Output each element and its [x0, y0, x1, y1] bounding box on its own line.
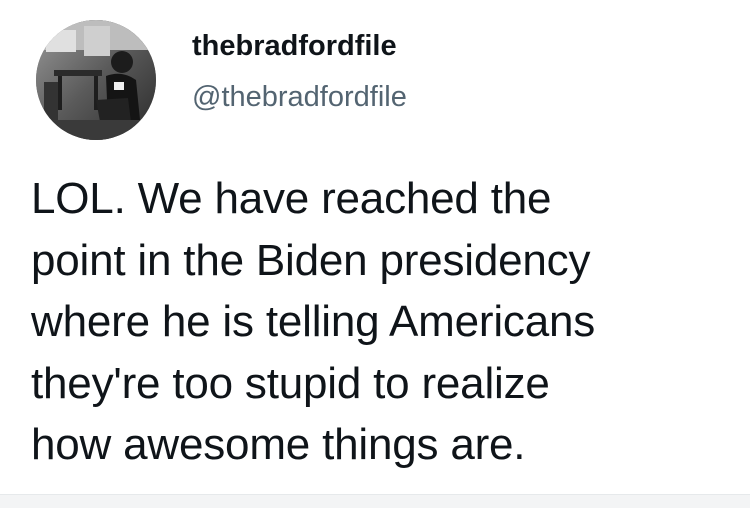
tweet-text-line: how awesome things are.: [31, 420, 526, 469]
tweet-text: LOL. We have reached the point in the Bi…: [31, 168, 741, 476]
author-handle[interactable]: @thebradfordfile: [192, 79, 407, 115]
tweet-text-line: where he is telling Americans: [31, 297, 596, 346]
author-display-name[interactable]: thebradfordfile: [192, 28, 407, 64]
divider: [0, 494, 750, 508]
tweet-header: thebradfordfile @thebradfordfile: [36, 20, 407, 140]
avatar[interactable]: [36, 20, 156, 140]
tweet-text-line: they're too stupid to realize: [31, 358, 550, 408]
author-names: thebradfordfile @thebradfordfile: [192, 28, 407, 115]
tweet-text-line: point in the Biden presidency: [31, 235, 591, 285]
tweet-text-line: LOL. We have reached the: [31, 174, 552, 223]
tweet-card: thebradfordfile @thebradfordfile LOL. We…: [0, 0, 750, 508]
profile-photo-icon: [36, 20, 156, 140]
